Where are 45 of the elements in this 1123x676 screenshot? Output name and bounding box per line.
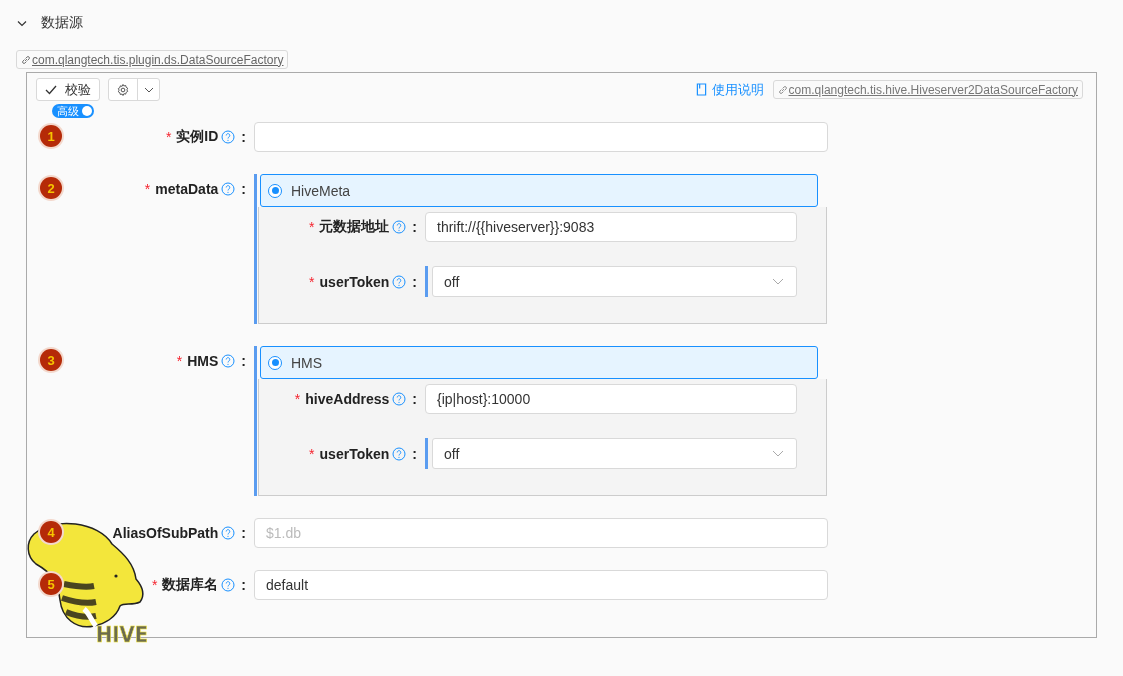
option-card[interactable]: HiveMeta [260,174,818,207]
required-asterisk: * [294,391,301,407]
text-input-field[interactable]: default [254,570,828,600]
label-colon: : [412,273,417,290]
validate-button[interactable]: 校验 [36,78,100,101]
text-input-field[interactable]: thrift://{{hiveserver}}:9083 [425,212,797,242]
field-label: userToken [319,445,390,462]
label-colon: : [241,525,246,541]
field-label: 实例ID [176,128,219,146]
section-title: 数据源 [41,14,83,32]
required-asterisk: * [144,181,151,197]
text-input-field[interactable]: $1.db [254,518,828,548]
required-asterisk: * [176,353,183,369]
field-label: userToken [319,273,390,290]
label-colon: : [412,445,417,462]
field-label: metaData [155,181,219,197]
label-colon: : [241,181,246,197]
label-colon: : [241,353,246,369]
plugin-tag-link[interactable]: com.qlangtech.tis.plugin.ds.DataSourceFactory [16,50,289,69]
required-asterisk: * [308,219,315,235]
field-label: 元数据地址 [319,218,390,236]
step-number-badge: 4 [40,521,62,543]
plugin-tag-link[interactable]: com.qlangtech.tis.hive.Hiveserver2DataSourceFactory [772,80,1083,99]
required-asterisk: * [309,273,315,290]
label-colon: : [412,219,417,235]
label-colon: : [412,391,417,407]
step-number-badge: 2 [40,177,62,199]
field-label: AliasOfSubPath [112,525,219,541]
option-label: HiveMeta [291,182,351,199]
required-asterisk: * [165,129,172,145]
step-number-badge: 3 [40,349,62,371]
label-colon: : [241,129,246,145]
field-label: hiveAddress [305,391,390,407]
option-label: HMS [291,354,323,371]
text-input-field[interactable]: {ip|host}:10000 [425,384,797,414]
required-asterisk: * [151,577,158,593]
label-colon: : [241,577,246,593]
step-number-badge: 1 [40,125,62,147]
option-card[interactable]: HMS [260,346,818,379]
required-asterisk: * [309,445,315,462]
step-number-badge: 5 [40,573,62,595]
select-field[interactable]: off [432,266,797,297]
field-label: 数据库名 [162,576,219,594]
field-label: HMS [187,353,219,369]
select-field[interactable]: off [432,438,797,469]
